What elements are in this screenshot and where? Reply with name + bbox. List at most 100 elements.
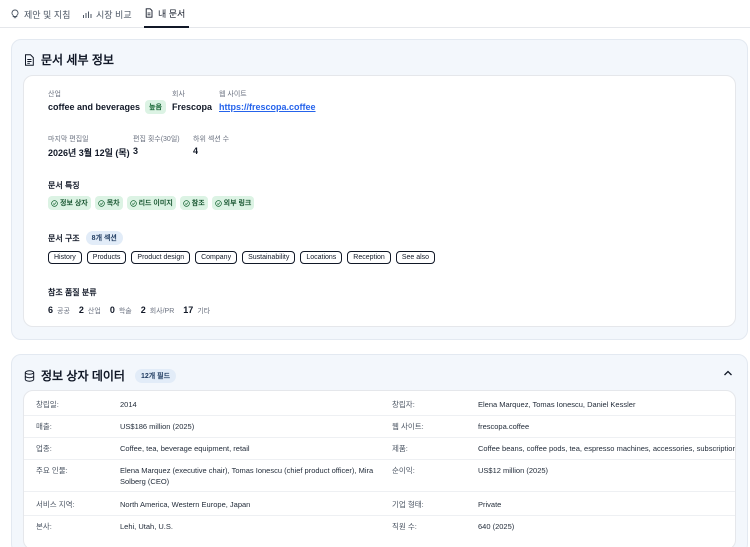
row-divider	[24, 415, 735, 416]
ref-type: 공공	[57, 308, 70, 315]
feature-chip: 정보 상자	[48, 196, 91, 210]
field-value: US$186 million (2025)	[120, 422, 195, 431]
section-chip-sustainability[interactable]: Sustainability	[242, 251, 296, 264]
chevron-up-icon[interactable]	[723, 369, 733, 377]
ref-type: 산업	[87, 308, 101, 315]
check-circle-icon	[97, 199, 105, 207]
infobox-card: 정보 상자 데이터 12개 필드 창립일: 2014 창립자: Elena Ma…	[11, 354, 748, 547]
check-circle-icon	[129, 199, 137, 207]
field-key: 창립일:	[36, 400, 59, 409]
field-value: Elena Marquez, Tomas Ionescu, Daniel Kes…	[478, 400, 636, 409]
feature-chip: 리드 이미지	[126, 196, 176, 210]
feature-label: 리드 이미지	[138, 200, 173, 207]
check-circle-icon	[51, 199, 58, 207]
feature-chip: 목차	[94, 196, 123, 210]
features-list: 정보 상자 목차 리드 이미지 참조 외부 링크	[48, 196, 255, 210]
feature-label: 외부 링크	[223, 200, 252, 207]
refs-title: 참조 품질 분류	[48, 288, 97, 297]
field-value: 2014	[120, 400, 137, 409]
last-edit-label: 마지막 편집일	[48, 136, 89, 143]
section-chip-products[interactable]: Products	[86, 251, 127, 264]
last-edit-value: 2026년 3월 12일 (목)	[48, 148, 130, 158]
document-icon	[25, 53, 34, 66]
feature-chip: 외부 링크	[211, 196, 255, 210]
ref-count: 17	[183, 305, 194, 315]
edit-count-value: 3	[133, 146, 139, 156]
ref-type: 기타	[197, 308, 211, 315]
section-chip-locations[interactable]: Locations	[300, 251, 343, 264]
card-title: 문서 세부 정보	[41, 53, 114, 67]
section-chip-product-design[interactable]: Product design	[131, 251, 191, 264]
field-key: 웹 사이트:	[392, 422, 424, 431]
subsections-value: 4	[193, 146, 199, 156]
structure-header: 문서 구조 8개 섹션	[48, 231, 123, 245]
structure-title: 문서 구조	[48, 233, 80, 243]
subsections-label: 하위 섹션 수	[193, 136, 230, 143]
bar-chart-icon	[83, 11, 92, 18]
section-chip-reception[interactable]: Reception	[347, 251, 391, 264]
features-title: 문서 특징	[48, 181, 80, 190]
section-list: History Products Product design Company …	[48, 251, 436, 264]
website-link[interactable]: https://frescopa.coffee	[219, 102, 316, 112]
row-divider	[24, 437, 735, 438]
field-key: 본사:	[36, 522, 52, 531]
industry-value: coffee and beverages	[48, 102, 141, 112]
tab-suggestions[interactable]: 제안 및 지침	[10, 0, 70, 28]
ref-type: 회사/PR	[149, 308, 175, 315]
details-panel: 산업 coffee and beverages 높음 회사 Frescopa 웹…	[23, 75, 736, 327]
ref-type: 학술	[118, 308, 132, 315]
check-circle-icon	[183, 199, 190, 207]
field-value: Coffee beans, coffee pods, tea, espresso…	[478, 444, 736, 453]
section-chip-company[interactable]: Company	[195, 251, 238, 264]
check-circle-icon	[214, 199, 222, 207]
field-key: 업종:	[36, 444, 52, 453]
field-value: Lehi, Utah, U.S.	[120, 522, 173, 531]
field-value: frescopa.coffee	[478, 422, 530, 431]
field-key: 순이익:	[392, 466, 415, 475]
feature-label: 참조	[191, 200, 205, 207]
refs-breakdown: 6 공공 2 산업 0 학술 2 회사/PR 17 기타	[48, 305, 215, 316]
database-icon	[24, 369, 35, 382]
field-key: 창립자:	[392, 400, 415, 409]
infobox-table: 창립일: 2014 창립자: Elena Marquez, Tomas Ione…	[23, 390, 736, 547]
row-divider	[24, 491, 735, 492]
tab-label: 내 문서	[158, 8, 186, 19]
card-header: 문서 세부 정보	[24, 51, 114, 68]
feature-label: 목차	[106, 200, 120, 207]
field-value: Private	[478, 500, 502, 509]
field-key: 주요 인물:	[36, 466, 68, 475]
company-value: Frescopa	[172, 102, 213, 112]
feature-chip: 참조	[179, 196, 208, 210]
tab-market-comparison[interactable]: 시장 비교	[82, 0, 132, 28]
section-chip-history[interactable]: History	[48, 251, 82, 264]
field-key: 기업 형태:	[392, 500, 424, 509]
field-key: 서비스 지역:	[36, 500, 75, 509]
section-count-badge: 8개 섹션	[85, 231, 123, 245]
field-key: 직원 수:	[392, 522, 417, 531]
field-key: 매출:	[36, 422, 52, 431]
tab-bar: 제안 및 지침 시장 비교 내 문서	[0, 0, 750, 28]
field-value: 640 (2025)	[478, 522, 515, 531]
field-value: US$12 million (2025)	[478, 466, 549, 475]
document-icon	[145, 8, 153, 18]
feature-label: 정보 상자	[60, 200, 88, 207]
document-details-card: 문서 세부 정보 산업 coffee and beverages 높음 회사 F…	[11, 39, 748, 340]
industry-row: coffee and beverages 높음	[48, 100, 166, 114]
row-divider	[24, 515, 735, 516]
lightbulb-icon	[11, 9, 19, 19]
tab-label: 제안 및 지침	[24, 9, 71, 20]
ref-count: 2	[78, 305, 84, 315]
field-value: North America, Western Europe, Japan	[120, 500, 251, 509]
tab-my-documents[interactable]: 내 문서	[144, 0, 190, 28]
infobox-title: 정보 상자 데이터	[41, 369, 125, 383]
field-key: 제품:	[392, 444, 408, 453]
company-label: 회사	[172, 91, 185, 98]
section-chip-see-also[interactable]: See also	[395, 251, 436, 264]
field-value: Coffee, tea, beverage equipment, retail	[120, 444, 250, 453]
ref-count: 2	[140, 305, 146, 315]
infobox-header: 정보 상자 데이터 12개 필드	[24, 367, 177, 384]
field-count-badge: 12개 필드	[134, 368, 177, 383]
edit-count-label: 편집 횟수(30일)	[133, 136, 180, 143]
ref-count: 0	[109, 305, 115, 315]
ref-count: 6	[48, 305, 54, 315]
